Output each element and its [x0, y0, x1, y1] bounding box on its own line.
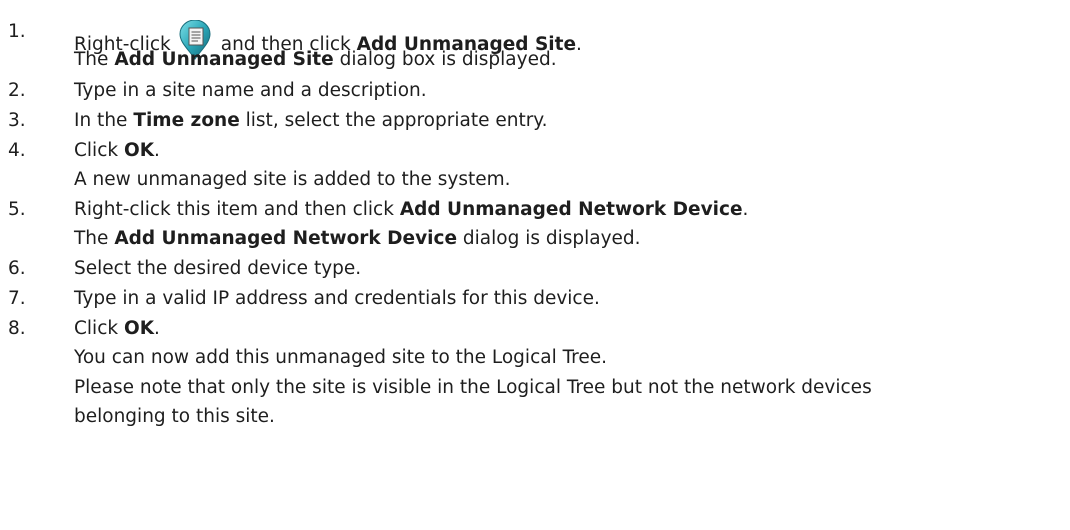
ui-term: OK: [123, 140, 155, 161]
step-text: The: [74, 228, 109, 249]
step-text: In the: [74, 110, 128, 131]
ui-term: Add Unmanaged Network Device: [114, 228, 457, 249]
step-text: list, select the appropriate entry.: [245, 110, 548, 131]
step-5-result: The Add Unmanaged Network Device dialog …: [74, 227, 641, 251]
ui-term: OK: [123, 318, 155, 339]
step-4-result: A new unmanaged site is added to the sys…: [74, 169, 511, 190]
step-8-note-continued: belonging to this site.: [74, 406, 275, 427]
step-text: The: [74, 49, 109, 70]
step-1-result: The Add Unmanaged Site dialog box is dis…: [74, 48, 557, 72]
step-text: Right-click this item and then click: [74, 199, 394, 220]
step-number: 7.: [8, 288, 26, 309]
punctuation: .: [154, 318, 160, 339]
step-text: Click: [74, 140, 119, 161]
step-1-line: Right-click and then click Add Unmanaged…: [74, 19, 582, 60]
step-8-line: Click OK.: [74, 317, 160, 341]
step-4-line: Click OK.: [74, 139, 160, 163]
punctuation: .: [742, 199, 749, 220]
step-number: 6.: [8, 258, 26, 279]
step-3-line: In the Time zone list, select the approp…: [74, 109, 548, 133]
step-5-line: Right-click this item and then click Add…: [74, 198, 748, 222]
step-number: 2.: [8, 80, 26, 101]
step-text: dialog is displayed.: [462, 228, 641, 249]
step-8-note: Please note that only the site is visibl…: [74, 377, 872, 398]
ui-term: Time zone: [133, 110, 240, 131]
step-number: 3.: [8, 110, 26, 131]
step-text: Click: [74, 318, 119, 339]
step-number: 8.: [8, 318, 26, 339]
step-text: Select the desired device type.: [74, 258, 362, 279]
step-number: 4.: [8, 140, 26, 161]
punctuation: .: [576, 34, 582, 55]
step-text: dialog box is displayed.: [339, 49, 557, 70]
step-text: Type in a site name and a description.: [74, 80, 427, 101]
punctuation: .: [154, 140, 160, 161]
step-number: 5.: [8, 199, 26, 220]
step-text: Type in a valid IP address and credentia…: [74, 288, 600, 309]
step-8-result: You can now add this unmanaged site to t…: [74, 347, 608, 368]
ui-term: Add Unmanaged Network Device: [399, 199, 743, 220]
ui-term: Add Unmanaged Site: [114, 49, 334, 70]
step-number: 1.: [8, 21, 26, 42]
